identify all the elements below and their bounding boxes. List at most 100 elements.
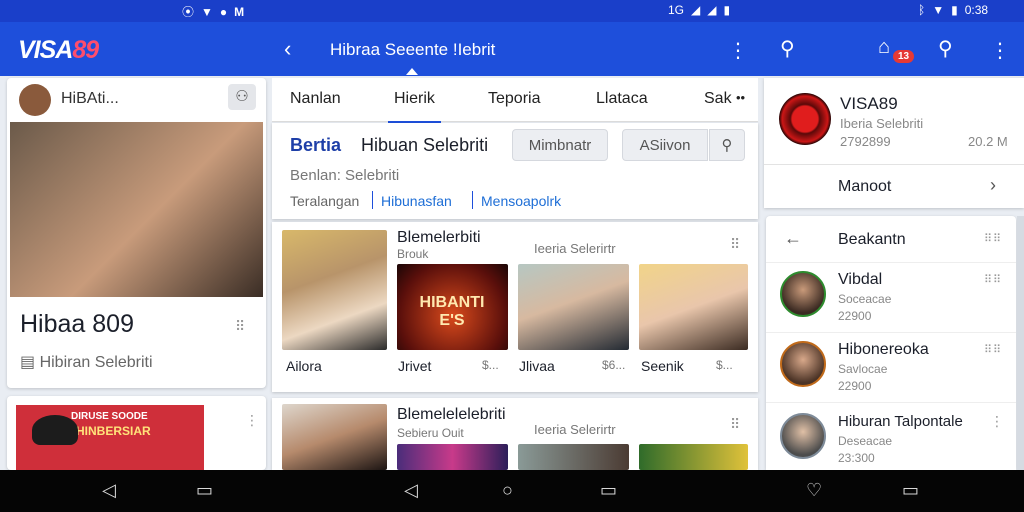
tab-more-icon[interactable]: ••: [736, 90, 745, 105]
recents-icon[interactable]: ▭: [600, 480, 617, 501]
heading-b: Hibuan Selebriti: [361, 135, 489, 155]
profile-title: Hibaa 809: [20, 310, 134, 338]
drag-handle-icon[interactable]: ⠿: [235, 318, 246, 335]
caption-meta: $6...: [602, 358, 626, 372]
hat-shape: [32, 415, 78, 445]
wifi-icon: ▼: [201, 4, 213, 19]
more-icon[interactable]: ⋮: [990, 38, 1010, 63]
list-item[interactable]: Hibonereoka Savlocae 22900 ⠿⠿: [766, 332, 1016, 400]
section-mid: Ieeria Selerirtr: [534, 422, 616, 437]
search-icon[interactable]: ⚲: [938, 36, 953, 61]
chevron-right-icon[interactable]: ›: [990, 175, 996, 196]
drag-handle-icon[interactable]: ⠿: [730, 236, 741, 253]
status-left-icons: ⦿ ▼ ● M: [182, 3, 244, 20]
banner-text-1: DIRUSE SOODE: [71, 411, 148, 422]
more-icon[interactable]: ⠿⠿: [984, 343, 1002, 356]
heart-icon[interactable]: ♡: [806, 480, 822, 501]
tab-4[interactable]: Sak: [704, 90, 732, 108]
feature-thumbnail[interactable]: [282, 404, 387, 470]
more-icon[interactable]: ⠿⠿: [984, 232, 1002, 245]
lte-icon: 1G: [668, 3, 685, 17]
divider: [472, 191, 473, 209]
link-1[interactable]: Hibunasfan: [381, 193, 452, 209]
m-icon: M: [234, 4, 245, 19]
signal-icon: ◢: [691, 3, 701, 17]
wifi-icon: ▼: [932, 3, 945, 17]
search-icon[interactable]: ⚲: [709, 129, 745, 161]
section-card-2: Blemelelelebriti Sebieru Ouit Ieeria Sel…: [272, 398, 758, 470]
search-icon[interactable]: ⚲: [780, 36, 795, 61]
list-item-count: 22900: [838, 309, 872, 323]
notification-icon[interactable]: ⌂: [878, 36, 890, 59]
system-nav-bar: ◁ ▭ ◁ ○ ▭ ♡ ▭: [0, 470, 1024, 512]
section-mid: Ieeria Selerirtr: [534, 241, 616, 256]
poster-text: HIBANTI E'S: [419, 294, 485, 329]
user-icon[interactable]: ⚇: [228, 84, 256, 110]
recents-icon[interactable]: ▭: [902, 480, 919, 501]
recents-icon[interactable]: ▭: [196, 480, 213, 501]
avatar: [780, 413, 826, 459]
back-button[interactable]: ‹: [284, 36, 291, 62]
back-arrow-icon[interactable]: ←: [784, 228, 802, 249]
app-logo[interactable]: VISA89: [18, 36, 99, 65]
link-2[interactable]: Mensoapolrk: [481, 193, 561, 209]
battery-icon: ▮: [951, 3, 958, 17]
more-icon[interactable]: ⋮: [728, 38, 748, 63]
tab-1[interactable]: Hierik: [388, 90, 441, 124]
person-thumbnail[interactable]: [518, 444, 629, 470]
back-nav-icon[interactable]: ◁: [102, 480, 116, 501]
scrollbar[interactable]: [1017, 216, 1024, 470]
poster-thumbnail[interactable]: [397, 444, 508, 470]
status-bar: ⦿ ▼ ● M 1G ◢ ◢ ▮ ᛒ ▼ ▮ 0:38: [0, 0, 1024, 22]
brand-logo[interactable]: [779, 93, 831, 145]
app-bar: VISA89 ‹ Hibraa Seeente !Iebrit ⋮ ⚲ ⌂ 13…: [0, 22, 1024, 76]
person-thumbnail[interactable]: [518, 264, 629, 350]
section-card-1: Blemelerbiti Brouk Ieeria Selerirtr ⠿ HI…: [272, 222, 758, 392]
status-right: ᛒ ▼ ▮ 0:38: [918, 3, 988, 17]
more-icon[interactable]: ⋮: [245, 412, 260, 429]
signal-icon-2: ◢: [707, 3, 717, 17]
brand-number: 2792899: [840, 134, 891, 149]
banner-card[interactable]: DIRUSE SOODE HINBERSIAR ⋮: [7, 396, 266, 470]
tab-2[interactable]: Teporia: [488, 90, 540, 108]
list-item-sub: Savlocae: [838, 362, 888, 376]
caption-meta: $...: [482, 358, 499, 372]
profile-card[interactable]: HiBAti... ⚇ Hibaa 809 ⠿ ▤ Hibiran Selebr…: [7, 78, 266, 388]
heading-a: Bertia: [290, 135, 342, 155]
tab-3[interactable]: Llataca: [596, 90, 648, 108]
more-icon[interactable]: ⠿⠿: [984, 273, 1002, 286]
section-sub: Brouk: [397, 247, 429, 261]
more-icon[interactable]: ⋮: [990, 413, 1005, 430]
person-thumbnail[interactable]: [639, 444, 748, 470]
filter-button-2[interactable]: ASiivon: [622, 129, 708, 161]
banner-image[interactable]: DIRUSE SOODE HINBERSIAR: [16, 405, 204, 470]
clock: 0:38: [964, 3, 989, 17]
brand-sub: Iberia Selebriti: [840, 116, 924, 131]
drag-handle-icon[interactable]: ⠿: [730, 416, 741, 433]
battery-icon: ▮: [723, 3, 731, 17]
filter-button-1[interactable]: Mimbnatr: [512, 129, 608, 161]
profile-photo[interactable]: [10, 122, 263, 297]
drop-icon: ●: [219, 4, 228, 19]
brand-card: VISA89 Iberia Selebriti 2792899 20.2 M M…: [764, 78, 1024, 208]
category-header: Bertia Hibuan Selebriti Mimbnatr ASiivon…: [272, 123, 758, 219]
home-icon[interactable]: ○: [502, 480, 513, 501]
tab-0[interactable]: Nanlan: [290, 90, 341, 108]
location-icon: ⦿: [182, 5, 195, 19]
person-thumbnail[interactable]: [639, 264, 748, 350]
poster-thumbnail[interactable]: HIBANTI E'S: [397, 264, 508, 350]
list-item[interactable]: Hiburan Talpontale Deseacae 23:300 ⋮: [766, 402, 1016, 470]
list-item-name: Hiburan Talpontale: [838, 413, 963, 430]
back-nav-icon[interactable]: ◁: [404, 480, 418, 501]
caption: Jrivet: [398, 358, 432, 374]
section-title: Blemelelelebriti: [397, 406, 506, 423]
banner-text-2: HINBERSIAR: [76, 424, 151, 438]
nav-label[interactable]: Manoot: [838, 178, 891, 196]
link-0[interactable]: Teralangan: [290, 193, 359, 209]
list-item-name: Vibdal: [838, 271, 883, 288]
avatar[interactable]: [19, 84, 51, 116]
list-item[interactable]: Vibdal Soceacae 22900 ⠿⠿: [766, 262, 1016, 330]
divider: [372, 191, 373, 209]
profile-top-label: HiBAti...: [61, 90, 119, 107]
feature-thumbnail[interactable]: [282, 230, 387, 350]
